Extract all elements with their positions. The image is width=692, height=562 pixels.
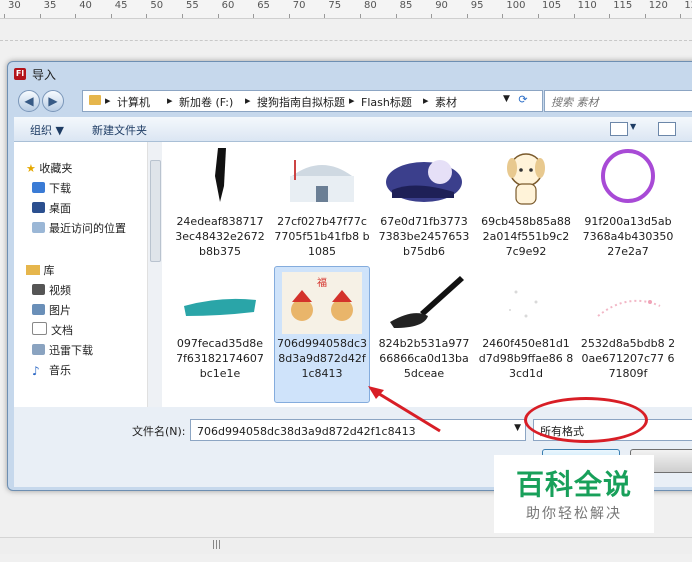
watermark: 百科全说 助你轻松解决 xyxy=(494,455,654,533)
scroll-grip[interactable]: ||| xyxy=(212,540,221,550)
stage-scrollbar[interactable]: ||| xyxy=(0,537,692,554)
watermark-subtitle: 助你轻松解决 xyxy=(526,506,622,522)
watermark-title: 百科全说 xyxy=(515,468,632,501)
